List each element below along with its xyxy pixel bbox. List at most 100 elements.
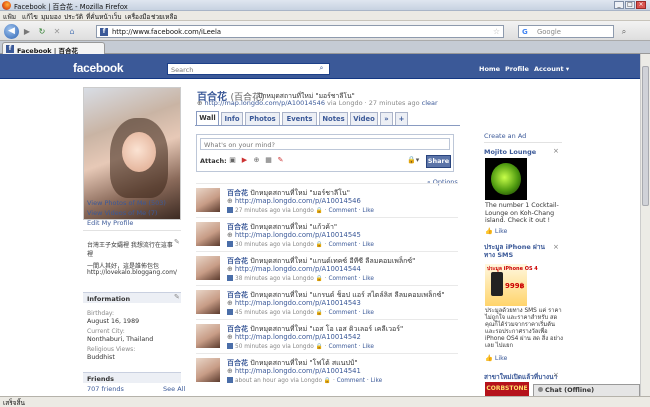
pencil-icon[interactable]: ✎ xyxy=(174,293,180,301)
post-meta: 27 minutes ago via Longdo 🔒 · Comment · … xyxy=(227,207,374,214)
ad-image-price: 999฿ xyxy=(505,282,525,290)
attach-label: Attach: xyxy=(200,157,227,165)
ad-image-mojito[interactable] xyxy=(485,158,527,200)
post-author[interactable]: 百合花 xyxy=(227,359,248,367)
post-link[interactable]: http://map.longdo.com/p/A10014542 xyxy=(235,333,361,341)
close-button[interactable]: × xyxy=(636,1,646,9)
minimize-button[interactable]: _ xyxy=(614,1,624,9)
tab-photos[interactable]: Photos xyxy=(245,112,280,125)
bookmark-star-icon[interactable]: ☆ xyxy=(493,27,500,36)
menu-bar: แฟ้ม แก้ไข มุมมอง ประวัติ ที่คั่นหน้าเว็… xyxy=(0,11,650,21)
ad-title[interactable]: ประมูล iPhone ผ่านทาง SMS xyxy=(484,243,554,259)
status-input[interactable]: What's on your mind? xyxy=(200,138,450,150)
post-actions[interactable]: Comment · Like xyxy=(337,378,383,384)
ad-image-iphone[interactable]: ประมูล iPhone OS 4 999฿ xyxy=(485,264,538,306)
profile-status-link[interactable]: http://map.longdo.com/p/A10014546 xyxy=(205,99,325,107)
post-avatar[interactable] xyxy=(196,290,220,314)
post-actions[interactable]: Comment · Like xyxy=(328,310,374,316)
note-attach-icon[interactable]: ✎ xyxy=(276,156,285,165)
ad-image-cornerstone[interactable]: CORBSTONE xyxy=(485,382,529,396)
back-arrow-icon[interactable]: ◀ xyxy=(4,24,19,39)
post-time: 38 minutes ago via Longdo xyxy=(235,276,314,282)
edit-profile-link[interactable]: Edit My Profile xyxy=(87,219,133,227)
scrollbar-thumb[interactable] xyxy=(642,66,649,206)
post-meta: 50 minutes ago via Longdo 🔒 · Comment · … xyxy=(227,343,374,350)
tab-video[interactable]: Video xyxy=(350,112,378,125)
ad-title[interactable]: Mojito Lounge xyxy=(484,148,536,156)
post-author[interactable]: 百合花 xyxy=(227,325,248,333)
event-attach-icon[interactable]: ▦ xyxy=(264,156,273,165)
vertical-scrollbar[interactable] xyxy=(640,54,650,396)
link-attach-icon[interactable]: ⊕ xyxy=(252,156,261,165)
url-bar[interactable]: f http://www.facebook.com/iLeela ☆ xyxy=(96,25,504,38)
bio-link[interactable]: http://lovekalo.bloggang.com/ xyxy=(87,269,177,276)
create-ad-link[interactable]: Create an Ad xyxy=(484,132,526,140)
post-link[interactable]: http://map.longdo.com/p/A10014546 xyxy=(235,197,361,205)
view-videos-link[interactable]: View Videos of Me (7) xyxy=(87,209,157,217)
view-photos-link[interactable]: View Photos of Me (503) xyxy=(87,199,166,207)
tab-info[interactable]: Info xyxy=(221,112,243,125)
post-actions[interactable]: Comment · Like xyxy=(328,208,374,214)
search-icon[interactable]: ⌕ xyxy=(316,64,327,74)
home-icon[interactable]: ⌂ xyxy=(66,26,78,38)
post-link[interactable]: http://map.longdo.com/p/A10014543 xyxy=(235,299,361,307)
video-attach-icon[interactable]: ▶ xyxy=(240,156,249,165)
tab-notes[interactable]: Notes xyxy=(319,112,348,125)
post-link[interactable]: http://map.longdo.com/p/A10014545 xyxy=(235,231,361,239)
browser-tab[interactable]: f Facebook | 百合花 xyxy=(2,42,105,55)
ad-close-icon[interactable]: × xyxy=(553,147,559,155)
longdo-icon xyxy=(227,207,233,213)
post-link[interactable]: http://map.longdo.com/p/A10014544 xyxy=(235,265,361,273)
post-avatar[interactable] xyxy=(196,188,220,212)
post-actions[interactable]: Comment · Like xyxy=(328,344,374,350)
friends-count-link[interactable]: 707 friends xyxy=(87,385,124,393)
post-link[interactable]: http://map.longdo.com/p/A10014541 xyxy=(235,367,361,375)
post-actions[interactable]: Comment · Like xyxy=(328,242,374,248)
nav-home[interactable]: Home xyxy=(479,65,500,73)
post-avatar[interactable] xyxy=(196,358,220,382)
post-author[interactable]: 百合花 xyxy=(227,189,248,197)
post-link-line: ⊕ http://map.longdo.com/p/A10014543 xyxy=(227,299,361,307)
tab-add[interactable]: + xyxy=(395,112,408,125)
post-author[interactable]: 百合花 xyxy=(227,257,248,265)
longdo-icon xyxy=(227,275,233,281)
facebook-search-input[interactable]: Search ⌕ xyxy=(167,63,330,75)
clear-status-link[interactable]: clear xyxy=(422,99,438,107)
ad-close-icon[interactable]: × xyxy=(553,243,559,251)
photo-attach-icon[interactable]: ▣ xyxy=(228,156,237,165)
search-engine-box[interactable]: G Google xyxy=(518,25,614,38)
post-avatar[interactable] xyxy=(196,324,220,348)
stop-icon[interactable]: ✕ xyxy=(51,26,63,38)
chat-bar[interactable]: Chat (Offline) xyxy=(533,384,640,396)
link-icon: ⊕ xyxy=(227,197,233,205)
post-avatar[interactable] xyxy=(196,256,220,280)
search-magnifier-icon[interactable]: ⌕ xyxy=(618,26,630,38)
post-author[interactable]: 百合花 xyxy=(227,223,248,231)
maximize-button[interactable]: □ xyxy=(625,1,635,9)
reload-icon[interactable]: ↻ xyxy=(36,26,48,38)
wall-post: 百合花 ปักหมุดสถานที่ใหม่ "เอส โอ เอส ดิวเล… xyxy=(196,319,458,353)
thumbs-up-icon: 👍 xyxy=(485,228,493,235)
ad-title[interactable]: สาขาใหม่เปิดแล้วที่บางนา xyxy=(484,372,557,382)
tab-more[interactable]: » xyxy=(380,112,393,125)
post-author[interactable]: 百合花 xyxy=(227,291,248,299)
nav-account[interactable]: Account ▾ xyxy=(534,65,569,73)
google-icon: G xyxy=(522,28,528,36)
pencil-icon[interactable]: ✎ xyxy=(174,238,180,246)
ad-like-label: Like xyxy=(494,228,508,235)
share-button[interactable]: Share xyxy=(426,155,451,168)
post-actions[interactable]: Comment · Like xyxy=(328,276,374,282)
longdo-icon xyxy=(227,309,233,315)
friends-see-all-link[interactable]: See All xyxy=(163,385,185,393)
ad-like[interactable]: 👍 Like xyxy=(485,227,507,235)
tab-events[interactable]: Events xyxy=(282,112,317,125)
ad-like[interactable]: 👍 Like xyxy=(485,354,507,362)
ad-close-icon[interactable]: × xyxy=(553,371,559,379)
forward-arrow-icon[interactable]: ▶ xyxy=(21,26,33,38)
nav-profile[interactable]: Profile xyxy=(505,65,529,73)
tab-wall[interactable]: Wall xyxy=(196,111,219,125)
post-avatar[interactable] xyxy=(196,222,220,246)
post-meta: 30 minutes ago via Longdo 🔒 · Comment · … xyxy=(227,241,374,248)
privacy-lock-icon[interactable]: 🔒▾ xyxy=(407,156,419,164)
facebook-logo[interactable]: facebook xyxy=(73,61,124,75)
